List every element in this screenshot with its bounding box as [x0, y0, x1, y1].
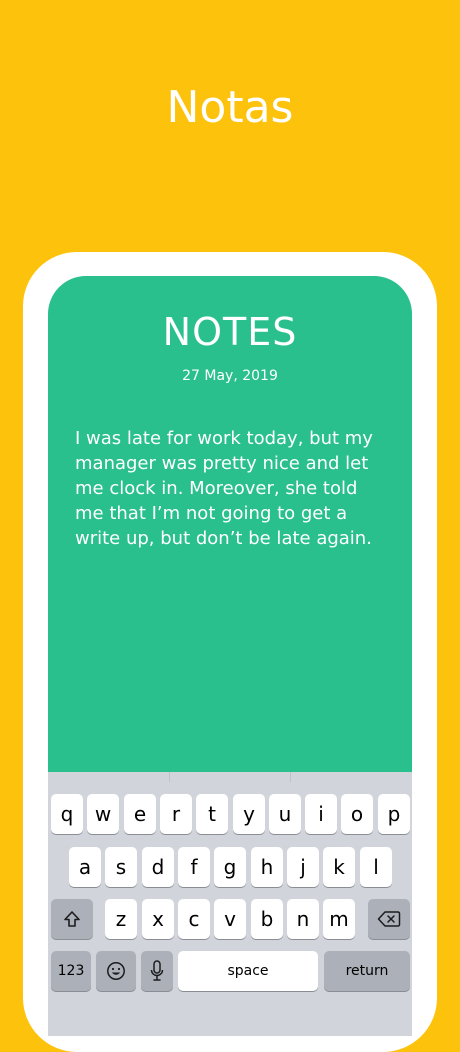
keyboard-row-3: z x c v b n m — [48, 899, 412, 941]
dictation-key[interactable] — [141, 951, 173, 991]
keyboard-row-1: q w e r t y u i o p — [48, 794, 412, 836]
return-key[interactable]: return — [324, 951, 410, 991]
key-y[interactable]: y — [233, 794, 265, 834]
keyboard-row-4: 123 space return — [48, 951, 412, 993]
key-u[interactable]: u — [269, 794, 301, 834]
numbers-key[interactable]: 123 — [51, 951, 91, 991]
key-z[interactable]: z — [105, 899, 137, 939]
key-n[interactable]: n — [287, 899, 319, 939]
space-key[interactable]: space — [178, 951, 318, 991]
promo-title: Notas — [166, 82, 294, 133]
shift-icon — [64, 911, 80, 927]
key-r[interactable]: r — [160, 794, 192, 834]
key-e[interactable]: e — [124, 794, 156, 834]
key-b[interactable]: b — [251, 899, 283, 939]
key-g[interactable]: g — [214, 847, 246, 887]
key-p[interactable]: p — [378, 794, 410, 834]
microphone-icon — [150, 960, 164, 981]
key-c[interactable]: c — [178, 899, 210, 939]
key-i[interactable]: i — [305, 794, 337, 834]
shift-key[interactable] — [51, 899, 93, 939]
key-x[interactable]: x — [142, 899, 174, 939]
key-v[interactable]: v — [214, 899, 246, 939]
key-f[interactable]: f — [178, 847, 210, 887]
key-o[interactable]: o — [341, 794, 373, 834]
key-d[interactable]: d — [142, 847, 174, 887]
backspace-icon — [377, 911, 401, 927]
note-body-text[interactable]: I was late for work today, but my manage… — [75, 426, 391, 551]
note-heading: NOTES — [162, 310, 298, 354]
predictive-bar — [48, 772, 412, 790]
keyboard: q w e r t y u i o p a s d f g h j k l z … — [48, 772, 412, 1036]
key-a[interactable]: a — [69, 847, 101, 887]
key-k[interactable]: k — [323, 847, 355, 887]
key-t[interactable]: t — [196, 794, 228, 834]
emoji-icon — [107, 962, 125, 980]
key-w[interactable]: w — [87, 794, 119, 834]
predictive-separator — [169, 772, 170, 782]
key-s[interactable]: s — [105, 847, 137, 887]
predictive-separator — [290, 772, 291, 782]
key-m[interactable]: m — [323, 899, 355, 939]
keyboard-row-2: a s d f g h j k l — [48, 847, 412, 889]
key-h[interactable]: h — [251, 847, 283, 887]
key-j[interactable]: j — [287, 847, 319, 887]
note-date: 27 May, 2019 — [182, 368, 278, 384]
key-l[interactable]: l — [360, 847, 392, 887]
note-screen: NOTES 27 May, 2019 I was late for work t… — [48, 276, 412, 1036]
delete-key[interactable] — [368, 899, 410, 939]
emoji-key[interactable] — [96, 951, 136, 991]
key-q[interactable]: q — [51, 794, 83, 834]
